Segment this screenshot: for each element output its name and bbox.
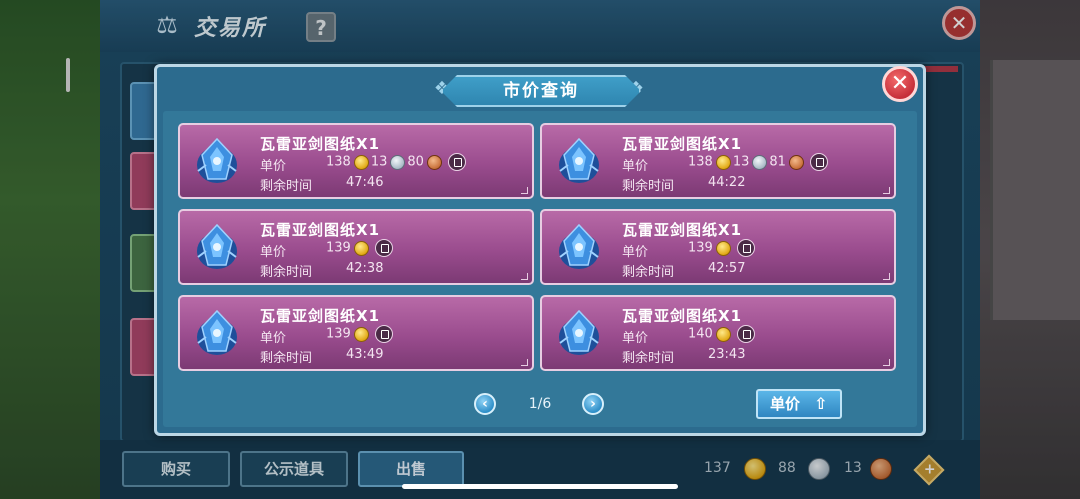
copper-price: 80 xyxy=(407,154,424,170)
gold-price: 139 xyxy=(326,240,351,256)
time-left-label: 剩余时间 xyxy=(260,351,313,366)
copy-icon[interactable] xyxy=(374,239,393,257)
sword-blueprint-icon xyxy=(192,221,242,273)
card-corner-mark xyxy=(883,187,890,194)
listing-card[interactable]: 瓦雷亚剑图纸X1 单价 138 13 81 剩余时间 44:22 xyxy=(540,123,896,199)
silver-coin-icon xyxy=(390,154,406,170)
price-values: 139 xyxy=(688,239,755,259)
time-left-label: 剩余时间 xyxy=(622,265,675,280)
silver-price: 13 xyxy=(732,154,750,170)
price-values: 139 xyxy=(326,239,393,259)
card-corner-mark xyxy=(521,187,528,194)
time-left-value: 43:49 xyxy=(346,347,384,362)
card-corner-mark xyxy=(521,359,528,366)
price-values: 140 xyxy=(688,325,755,345)
time-left-label: 剩余时间 xyxy=(622,179,675,194)
price-label: 单价 xyxy=(260,245,287,260)
sword-blueprint-icon xyxy=(554,135,604,187)
copy-icon[interactable] xyxy=(809,153,828,171)
time-left-label: 剩余时间 xyxy=(260,179,313,194)
copper-coin-icon xyxy=(426,154,442,170)
gold-price: 140 xyxy=(688,326,713,342)
price-label: 单价 xyxy=(622,331,649,346)
listing-card[interactable]: 瓦雷亚剑图纸X1 单价 138 13 80 剩余时间 47:46 xyxy=(178,123,534,199)
time-left-value: 42:38 xyxy=(346,261,384,276)
sword-blueprint-icon xyxy=(554,221,604,273)
price-label: 单价 xyxy=(260,331,287,346)
next-page-button[interactable]: › xyxy=(582,393,604,415)
sort-by-price-button[interactable]: 单价 ⇧ xyxy=(756,389,842,419)
copy-icon[interactable] xyxy=(447,153,466,171)
copy-icon[interactable] xyxy=(736,239,755,257)
item-name: 瓦雷亚剑图纸X1 xyxy=(622,307,743,325)
price-values: 138 13 80 xyxy=(326,153,466,173)
dialog-title: 市价查询 xyxy=(503,81,579,101)
gold-coin-icon xyxy=(353,240,369,256)
dialog-close-button[interactable]: ✕ xyxy=(882,66,918,102)
silver-coin-icon xyxy=(752,154,768,170)
copper-coin-icon xyxy=(788,154,804,170)
copy-icon[interactable] xyxy=(374,325,393,343)
time-left-value: 47:46 xyxy=(346,175,384,190)
gold-coin-icon xyxy=(353,154,369,170)
sword-blueprint-icon xyxy=(192,307,242,359)
gold-coin-icon xyxy=(715,326,731,342)
card-corner-mark xyxy=(521,273,528,280)
item-name: 瓦雷亚剑图纸X1 xyxy=(260,221,381,239)
card-corner-mark xyxy=(883,359,890,366)
item-name: 瓦雷亚剑图纸X1 xyxy=(260,135,381,153)
card-corner-mark xyxy=(883,273,890,280)
time-left-label: 剩余时间 xyxy=(622,351,675,366)
gold-price: 138 xyxy=(326,154,351,170)
sort-arrow-icon: ⇧ xyxy=(814,394,828,413)
sword-blueprint-icon xyxy=(192,135,242,187)
prev-page-button[interactable]: ‹ xyxy=(474,393,496,415)
price-values: 138 13 81 xyxy=(688,153,828,173)
silver-price: 13 xyxy=(370,154,388,170)
gold-coin-icon xyxy=(715,240,731,256)
price-label: 单价 xyxy=(622,245,649,260)
time-left-value: 23:43 xyxy=(708,347,746,362)
gold-price: 139 xyxy=(326,326,351,342)
item-name: 瓦雷亚剑图纸X1 xyxy=(622,135,743,153)
gold-price: 139 xyxy=(688,240,713,256)
gold-coin-icon xyxy=(715,154,731,170)
item-name: 瓦雷亚剑图纸X1 xyxy=(260,307,381,325)
gold-coin-icon xyxy=(353,326,369,342)
page-indicator: 1/6 xyxy=(528,396,552,412)
item-name: 瓦雷亚剑图纸X1 xyxy=(622,221,743,239)
listing-card[interactable]: 瓦雷亚剑图纸X1 单价 139 剩余时间 42:38 xyxy=(178,209,534,285)
copper-price: 81 xyxy=(769,154,786,170)
time-left-label: 剩余时间 xyxy=(260,265,313,280)
time-left-value: 44:22 xyxy=(708,175,746,190)
home-indicator[interactable] xyxy=(402,484,678,489)
copy-icon[interactable] xyxy=(736,325,755,343)
listing-card[interactable]: 瓦雷亚剑图纸X1 单价 139 剩余时间 42:57 xyxy=(540,209,896,285)
sword-blueprint-icon xyxy=(554,307,604,359)
price-label: 单价 xyxy=(622,159,649,174)
sort-button-label: 单价 xyxy=(770,395,801,413)
gold-price: 138 xyxy=(688,154,713,170)
time-left-value: 42:57 xyxy=(708,261,746,276)
price-label: 单价 xyxy=(260,159,287,174)
listing-card[interactable]: 瓦雷亚剑图纸X1 单价 139 剩余时间 43:49 xyxy=(178,295,534,371)
price-values: 139 xyxy=(326,325,393,345)
listing-card[interactable]: 瓦雷亚剑图纸X1 单价 140 剩余时间 23:43 xyxy=(540,295,896,371)
